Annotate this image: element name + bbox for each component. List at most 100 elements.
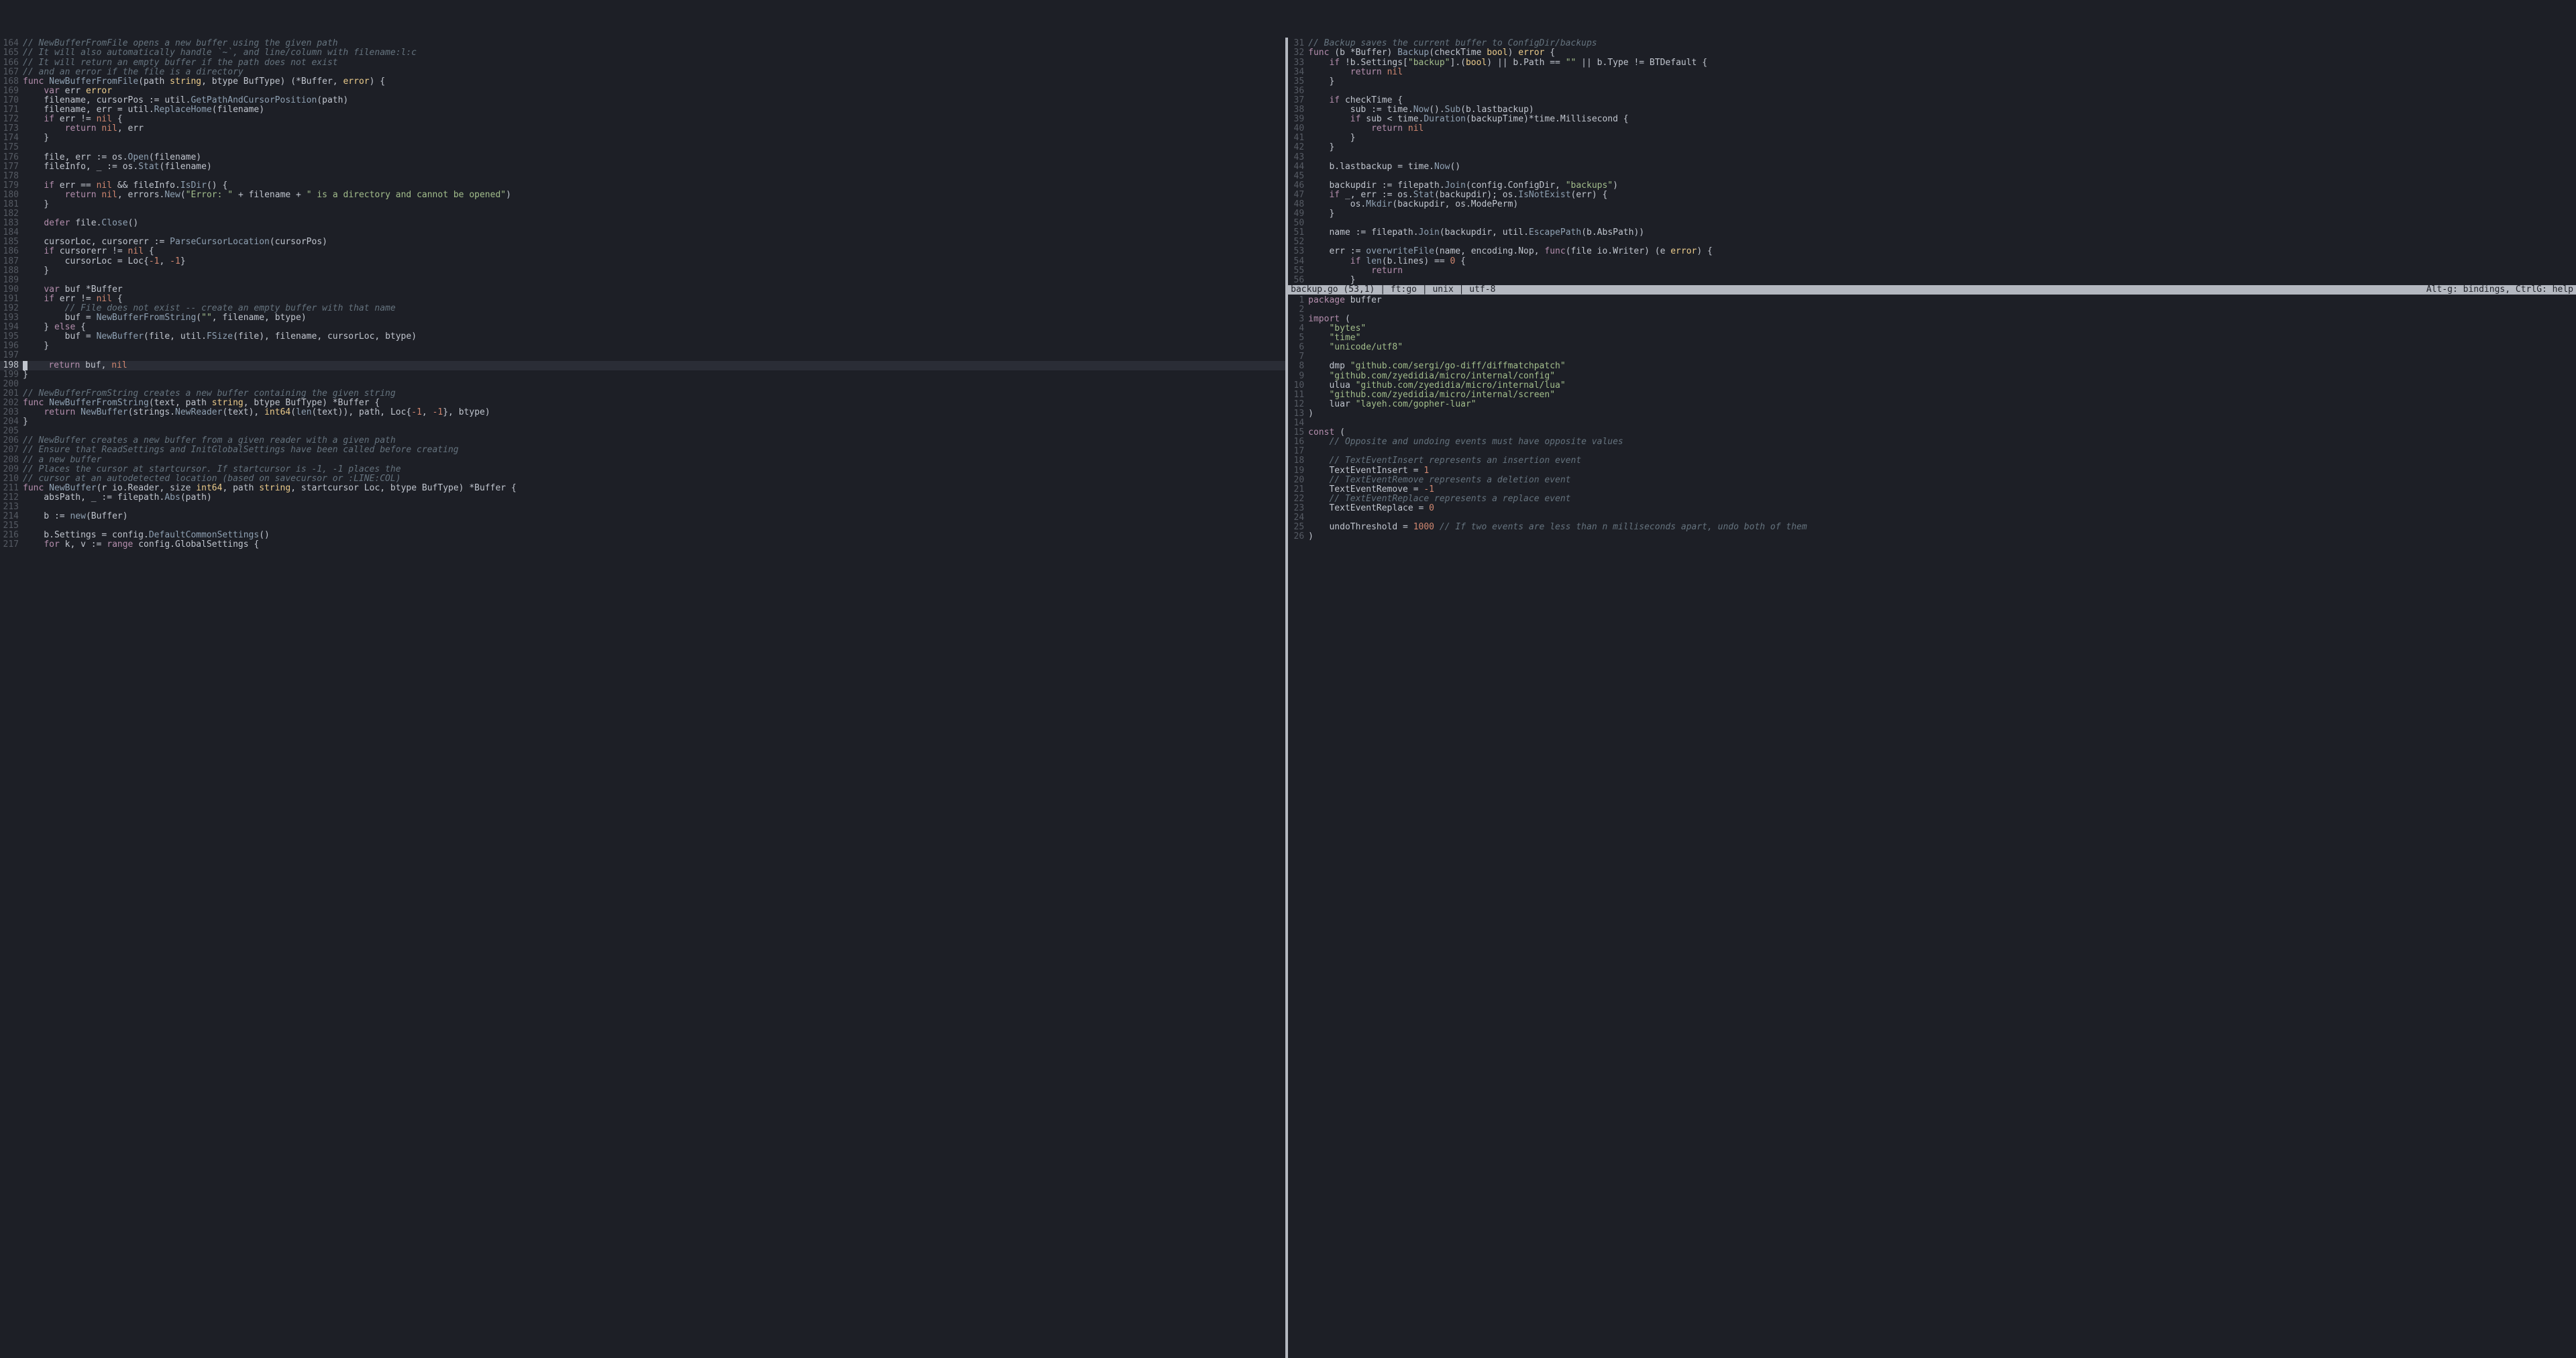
code-line[interactable]: 217 for k, v := range config.GlobalSetti… xyxy=(0,540,1285,550)
code-line[interactable]: 203 return NewBuffer(strings.NewReader(t… xyxy=(0,408,1285,417)
code-line[interactable]: 31// Backup saves the current buffer to … xyxy=(1288,39,2576,48)
code-line[interactable]: 16 // Opposite and undoing events must h… xyxy=(1288,437,2576,447)
code-line[interactable]: 205 xyxy=(0,427,1285,436)
code-line[interactable]: 15const ( xyxy=(1288,428,2576,437)
code-content[interactable]: dmp "github.com/sergi/go-diff/diffmatchp… xyxy=(1308,362,2576,371)
code-content[interactable]: fileInfo, _ := os.Stat(filename) xyxy=(23,162,1285,172)
code-line[interactable]: 190 var buf *Buffer xyxy=(0,285,1285,295)
code-line[interactable]: 44 b.lastbackup = time.Now() xyxy=(1288,162,2576,172)
code-content[interactable]: "unicode/utf8" xyxy=(1308,343,2576,352)
code-line[interactable]: 10 ulua "github.com/zyedidia/micro/inter… xyxy=(1288,381,2576,390)
code-content[interactable]: if !b.Settings["backup"].(bool) || b.Pat… xyxy=(1308,58,2576,68)
code-line[interactable]: 1package buffer xyxy=(1288,296,2576,305)
code-line[interactable]: 184 xyxy=(0,228,1285,238)
code-line[interactable]: 41 } xyxy=(1288,134,2576,143)
code-content[interactable] xyxy=(1308,513,2576,523)
code-line[interactable]: 172 if err != nil { xyxy=(0,115,1285,124)
code-line[interactable]: 3import ( xyxy=(1288,315,2576,324)
code-content[interactable]: for k, v := range config.GlobalSettings … xyxy=(23,540,1285,550)
code-content[interactable]: if err != nil { xyxy=(23,295,1285,304)
code-line[interactable]: 213 xyxy=(0,503,1285,512)
code-line[interactable]: 17 xyxy=(1288,447,2576,456)
code-line[interactable]: 8 dmp "github.com/sergi/go-diff/diffmatc… xyxy=(1288,362,2576,371)
code-content[interactable] xyxy=(23,380,1285,389)
code-content[interactable] xyxy=(23,209,1285,219)
code-content[interactable]: luar "layeh.com/gopher-luar" xyxy=(1308,400,2576,409)
code-line[interactable]: 176 file, err := os.Open(filename) xyxy=(0,153,1285,162)
code-content[interactable]: // and an error if the file is a directo… xyxy=(23,68,1285,77)
code-content[interactable]: return nil xyxy=(1308,68,2576,77)
code-content[interactable]: TextEventInsert = 1 xyxy=(1308,466,2576,476)
code-line[interactable]: 174 } xyxy=(0,134,1285,143)
code-line[interactable]: 22 // TextEventReplace represents a repl… xyxy=(1288,494,2576,504)
code-content[interactable]: undoThreshold = 1000 // If two events ar… xyxy=(1308,523,2576,532)
code-content[interactable]: absPath, _ := filepath.Abs(path) xyxy=(23,493,1285,503)
code-content[interactable]: file, err := os.Open(filename) xyxy=(23,153,1285,162)
code-content[interactable]: if err == nil && fileInfo.IsDir() { xyxy=(23,181,1285,191)
code-content[interactable]: return xyxy=(1308,266,2576,276)
code-content[interactable]: // a new buffer xyxy=(23,456,1285,465)
code-content[interactable]: func (b *Buffer) Backup(checkTime bool) … xyxy=(1308,48,2576,58)
code-content[interactable] xyxy=(1308,352,2576,362)
code-content[interactable]: // TextEventInsert represents an inserti… xyxy=(1308,456,2576,466)
top-right-code-area[interactable]: 31// Backup saves the current buffer to … xyxy=(1288,38,2576,284)
code-content[interactable]: // NewBuffer creates a new buffer from a… xyxy=(23,436,1285,446)
code-content[interactable]: var err error xyxy=(23,87,1285,96)
code-line[interactable]: 9 "github.com/zyedidia/micro/internal/co… xyxy=(1288,372,2576,381)
code-line[interactable]: 167// and an error if the file is a dire… xyxy=(0,68,1285,77)
code-line[interactable]: 171 filename, err = util.ReplaceHome(fil… xyxy=(0,105,1285,115)
code-content[interactable] xyxy=(23,503,1285,512)
code-content[interactable]: // Ensure that ReadSettings and InitGlob… xyxy=(23,446,1285,455)
code-line[interactable]: 180 return nil, errors.New("Error: " + f… xyxy=(0,191,1285,200)
code-content[interactable]: return NewBuffer(strings.NewReader(text)… xyxy=(23,408,1285,417)
code-content[interactable] xyxy=(23,276,1285,285)
code-content[interactable]: b := new(Buffer) xyxy=(23,512,1285,521)
code-line[interactable]: 202func NewBufferFromString(text, path s… xyxy=(0,399,1285,408)
code-line[interactable]: 23 TextEventReplace = 0 xyxy=(1288,504,2576,513)
code-line[interactable]: 175 xyxy=(0,143,1285,152)
code-line[interactable]: 182 xyxy=(0,209,1285,219)
code-line[interactable]: 6 "unicode/utf8" xyxy=(1288,343,2576,352)
left-code-area[interactable]: 164// NewBufferFromFile opens a new buff… xyxy=(0,38,1285,1358)
code-line[interactable]: 33 if !b.Settings["backup"].(bool) || b.… xyxy=(1288,58,2576,68)
code-line[interactable]: 185 cursorLoc, cursorerr := ParseCursorL… xyxy=(0,238,1285,247)
code-content[interactable]: func NewBufferFromString(text, path stri… xyxy=(23,399,1285,408)
code-line[interactable]: 189 xyxy=(0,276,1285,285)
code-content[interactable] xyxy=(1308,172,2576,181)
code-line[interactable]: 169 var err error xyxy=(0,87,1285,96)
code-line[interactable]: 168func NewBufferFromFile(path string, b… xyxy=(0,77,1285,87)
code-content[interactable]: "github.com/zyedidia/micro/internal/scre… xyxy=(1308,390,2576,400)
code-line[interactable]: 19 TextEventInsert = 1 xyxy=(1288,466,2576,476)
code-content[interactable]: if _, err := os.Stat(backupdir); os.IsNo… xyxy=(1308,191,2576,200)
code-line[interactable]: 37 if checkTime { xyxy=(1288,96,2576,105)
code-line[interactable]: 216 b.Settings = config.DefaultCommonSet… xyxy=(0,531,1285,540)
code-line[interactable]: 211func NewBuffer(r io.Reader, size int6… xyxy=(0,484,1285,493)
code-content[interactable]: var buf *Buffer xyxy=(23,285,1285,295)
code-content[interactable] xyxy=(1308,419,2576,428)
code-content[interactable]: filename, err = util.ReplaceHome(filenam… xyxy=(23,105,1285,115)
code-line[interactable]: 204} xyxy=(0,417,1285,427)
code-line[interactable]: 14 xyxy=(1288,419,2576,428)
code-content[interactable]: "github.com/zyedidia/micro/internal/conf… xyxy=(1308,372,2576,381)
code-content[interactable]: } xyxy=(1308,134,2576,143)
code-line[interactable]: 212 absPath, _ := filepath.Abs(path) xyxy=(0,493,1285,503)
code-line[interactable]: 178 xyxy=(0,172,1285,181)
bottom-right-code-area[interactable]: 1package buffer23import (4 "bytes"5 "tim… xyxy=(1288,295,2576,1358)
code-line[interactable]: 196 } xyxy=(0,342,1285,351)
code-content[interactable] xyxy=(1308,153,2576,162)
code-line[interactable]: 187 cursorLoc = Loc{-1, -1} xyxy=(0,257,1285,266)
code-content[interactable]: // File does not exist -- create an empt… xyxy=(23,304,1285,313)
code-line[interactable]: 20 // TextEventRemove represents a delet… xyxy=(1288,476,2576,485)
code-line[interactable]: 24 xyxy=(1288,513,2576,523)
code-content[interactable]: func NewBufferFromFile(path string, btyp… xyxy=(23,77,1285,87)
code-content[interactable]: } xyxy=(1308,276,2576,285)
code-content[interactable]: // cursor at an autodetected location (b… xyxy=(23,474,1285,484)
code-content[interactable]: if sub < time.Duration(backupTime)*time.… xyxy=(1308,115,2576,124)
code-line[interactable]: 54 if len(b.lines) == 0 { xyxy=(1288,257,2576,266)
code-content[interactable]: buf = NewBufferFromString("", filename, … xyxy=(23,313,1285,323)
code-content[interactable] xyxy=(1308,238,2576,247)
code-line[interactable]: 195 buf = NewBuffer(file, util.FSize(fil… xyxy=(0,332,1285,342)
code-content[interactable]: package buffer xyxy=(1308,296,2576,305)
code-content[interactable]: // It will return an empty buffer if the… xyxy=(23,58,1285,68)
code-content[interactable]: name := filepath.Join(backupdir, util.Es… xyxy=(1308,228,2576,238)
